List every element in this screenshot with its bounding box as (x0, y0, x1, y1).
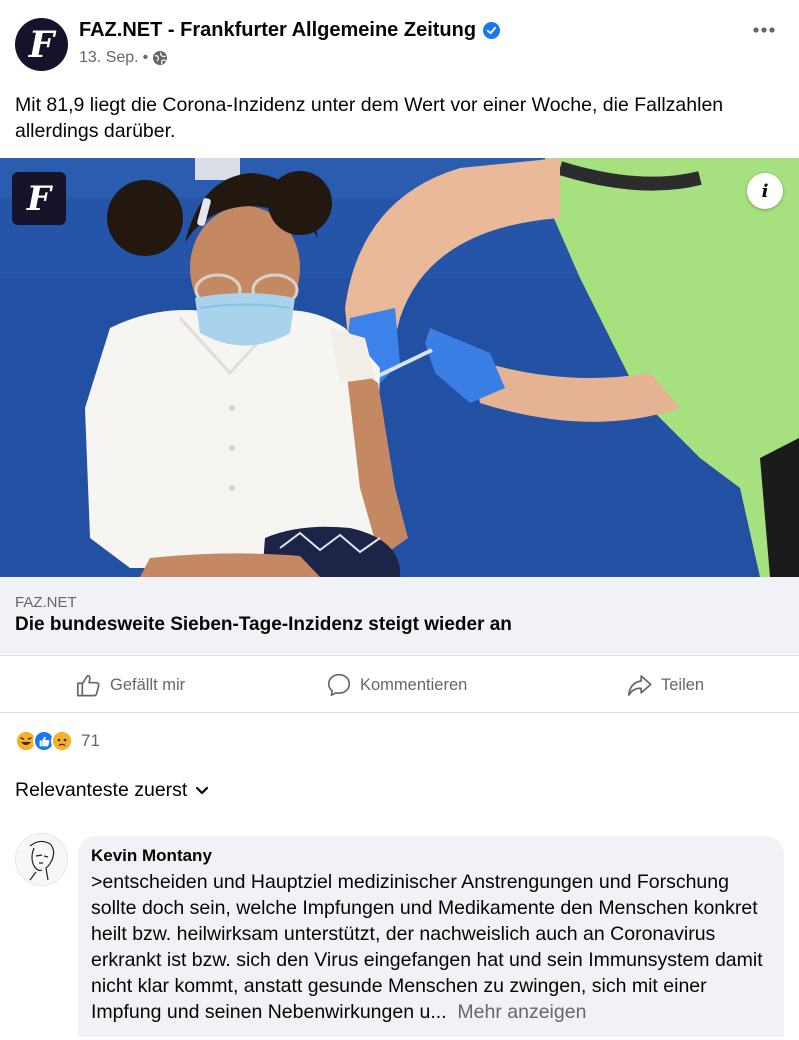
globe-icon (152, 50, 168, 66)
comment-sort-dropdown[interactable]: Relevanteste zuerst (15, 779, 209, 802)
image-faz-logo: F (12, 172, 66, 225)
post-image[interactable] (0, 158, 799, 577)
comment-body: >entscheiden und Hauptziel medizinischer… (91, 871, 763, 1023)
meta-separator: • (142, 49, 149, 66)
comment-button[interactable]: Kommentieren (326, 656, 467, 714)
like-button[interactable]: Gefällt mir (75, 656, 185, 714)
comment-icon (327, 673, 351, 697)
comment-author[interactable]: Kevin Montany (91, 846, 212, 866)
post-action-bar: Gefällt mir Kommentieren Teilen (0, 655, 799, 713)
see-more-label: Mehr anzeigen (457, 1001, 587, 1023)
sketch-portrait-icon (16, 834, 67, 885)
faz-logo-letter: F (28, 23, 55, 66)
post-meta: 13. Sep. • (79, 49, 168, 67)
comment-label: Kommentieren (360, 675, 468, 694)
link-domain: FAZ.NET (15, 594, 77, 611)
reactions-count: 71 (81, 731, 100, 750)
commenter-avatar[interactable] (15, 833, 68, 886)
link-title: Die bundesweite Sieben-Tage-Inzidenz ste… (15, 614, 512, 635)
sad-icon (51, 730, 73, 752)
more-options-button[interactable] (744, 16, 784, 44)
thumbs-up-icon (76, 674, 100, 696)
comment-text: >entscheiden und Hauptziel medizinischer… (91, 869, 776, 1025)
post-date[interactable]: 13. Sep. (79, 49, 139, 67)
share-label: Teilen (661, 675, 705, 694)
more-dots-icon (753, 27, 775, 33)
verified-badge-icon (483, 22, 500, 39)
share-button[interactable]: Teilen (626, 656, 704, 714)
post-text: Mit 81,9 liegt die Corona-Inzidenz unter… (15, 94, 724, 142)
page-avatar[interactable]: F (15, 18, 68, 71)
see-more-link[interactable]: Mehr anzeigen (452, 1001, 586, 1023)
post-header: F FAZ.NET - Frankfurter Allgemeine Zeitu… (0, 0, 799, 86)
reactions-summary[interactable]: 71 (15, 729, 100, 753)
like-label: Gefällt mir (110, 675, 186, 694)
share-icon (627, 674, 652, 696)
image-info-button[interactable]: i (747, 173, 783, 209)
page-name-link[interactable]: FAZ.NET - Frankfurter Allgemeine Zeitung (79, 19, 476, 42)
comment-bubble: Kevin Montany >entscheiden und Hauptziel… (78, 836, 784, 1040)
image-logo-letter: F (26, 178, 52, 219)
info-icon: i (761, 180, 769, 202)
sort-label: Relevanteste zuerst (15, 779, 188, 801)
vaccination-photo (0, 158, 799, 577)
chevron-down-icon (196, 786, 209, 794)
link-preview[interactable]: FAZ.NET Die bundesweite Sieben-Tage-Inzi… (0, 577, 799, 654)
